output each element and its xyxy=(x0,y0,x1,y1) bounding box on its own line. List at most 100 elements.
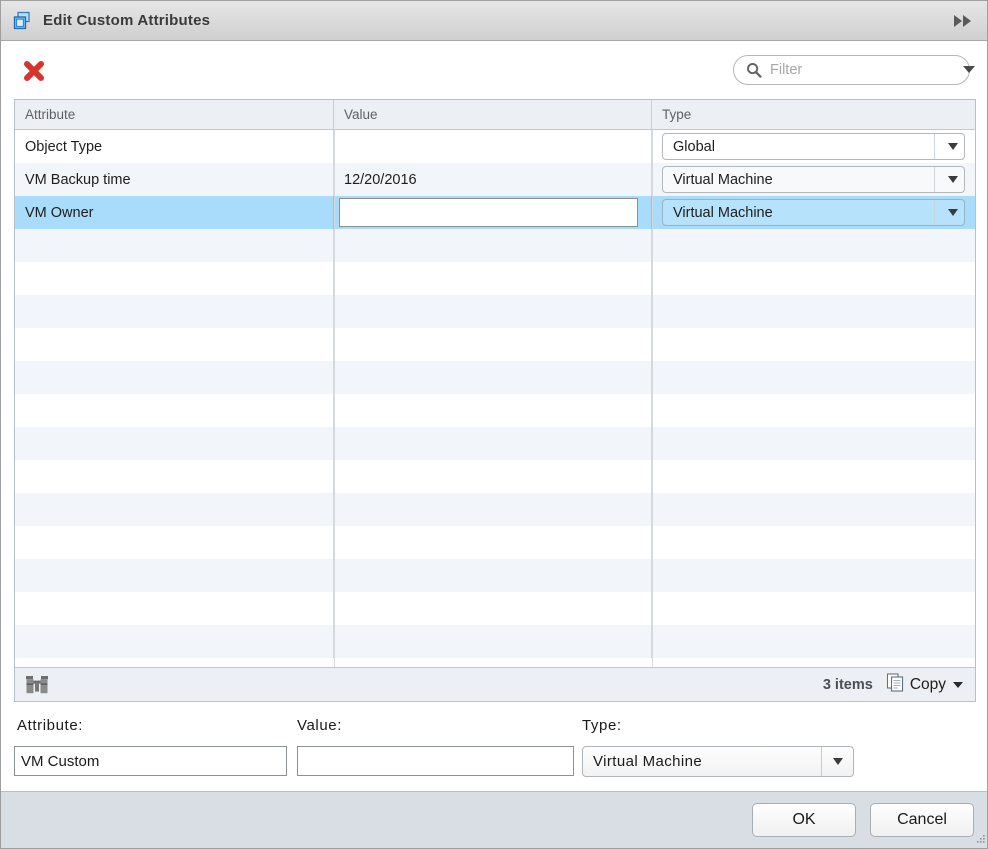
dialog-footer: OK Cancel xyxy=(1,791,987,848)
select-separator xyxy=(934,200,935,225)
binoculars-icon[interactable] xyxy=(24,675,50,695)
table-row-empty[interactable] xyxy=(15,295,975,328)
table-row-empty[interactable] xyxy=(15,394,975,427)
ok-button-label: OK xyxy=(792,811,816,828)
cell-attribute: VM Owner xyxy=(15,196,334,229)
cell-type: Virtual Machine xyxy=(652,163,975,196)
cell-value xyxy=(334,559,652,592)
red-x-delete-icon[interactable] xyxy=(19,55,49,85)
cell-attribute xyxy=(15,592,334,625)
column-header-value[interactable]: Value xyxy=(334,100,652,129)
cell-value: 12/20/2016 xyxy=(334,163,652,196)
table-row-empty[interactable] xyxy=(15,262,975,295)
chevron-down-icon xyxy=(948,143,958,150)
select-separator xyxy=(934,134,935,159)
table-row-empty[interactable] xyxy=(15,460,975,493)
table-row-empty[interactable] xyxy=(15,229,975,262)
cell-type xyxy=(652,493,975,526)
table-row[interactable]: VM Owner Virtual Machine xyxy=(15,196,975,229)
cell-type: Virtual Machine xyxy=(652,196,975,229)
column-header-type[interactable]: Type xyxy=(652,100,975,129)
table-header-row: Attribute Value Type xyxy=(15,100,975,130)
copy-label: Copy xyxy=(909,675,946,693)
cell-attribute xyxy=(15,526,334,559)
cell-value xyxy=(334,493,652,526)
search-icon xyxy=(746,62,762,78)
row-type-select[interactable]: Virtual Machine xyxy=(662,166,965,193)
cell-value xyxy=(334,295,652,328)
row-type-select[interactable]: Global xyxy=(662,133,965,160)
row-type-select-value: Virtual Machine xyxy=(673,204,773,221)
cell-value xyxy=(334,427,652,460)
attributes-toolbar xyxy=(1,41,987,98)
cell-attribute xyxy=(15,559,334,592)
cancel-button-label: Cancel xyxy=(897,811,947,828)
dialog-title: Edit Custom Attributes xyxy=(43,12,211,29)
table-row-empty[interactable] xyxy=(15,625,975,658)
double-chevron-right-icon[interactable] xyxy=(948,11,977,31)
chevron-down-icon[interactable] xyxy=(963,66,975,73)
cell-type xyxy=(652,526,975,559)
row-type-select-value: Virtual Machine xyxy=(673,171,773,188)
table-row[interactable]: Object Type Global xyxy=(15,130,975,163)
table-row-empty[interactable] xyxy=(15,328,975,361)
cell-value xyxy=(334,460,652,493)
attribute-field-label: Attribute: xyxy=(17,717,84,734)
table-row-empty[interactable] xyxy=(15,361,975,394)
row-value-input[interactable] xyxy=(339,198,638,227)
filter-input[interactable] xyxy=(770,61,957,78)
chevron-down-icon xyxy=(948,176,958,183)
attribute-type-select[interactable]: Virtual Machine xyxy=(582,746,854,777)
cell-value xyxy=(334,196,652,229)
cell-attribute xyxy=(15,394,334,427)
cell-value xyxy=(334,229,652,262)
table-row-empty[interactable] xyxy=(15,427,975,460)
dialog-titlebar: Edit Custom Attributes xyxy=(1,1,987,41)
table-row-empty[interactable] xyxy=(15,592,975,625)
chevron-right-glyph-1 xyxy=(954,14,962,27)
cell-type xyxy=(652,559,975,592)
cell-type xyxy=(652,328,975,361)
cell-attribute xyxy=(15,427,334,460)
cell-type xyxy=(652,427,975,460)
table-row[interactable]: VM Backup time 12/20/2016 Virtual Machine xyxy=(15,163,975,196)
cancel-button[interactable]: Cancel xyxy=(870,803,974,837)
attribute-type-select-value: Virtual Machine xyxy=(593,753,703,770)
item-count-label: 3 items xyxy=(822,676,873,693)
cell-value xyxy=(334,328,652,361)
copy-button[interactable]: Copy xyxy=(885,672,963,698)
cell-type xyxy=(652,295,975,328)
chevron-right-glyph-2 xyxy=(963,14,971,27)
select-separator xyxy=(934,167,935,192)
cell-type xyxy=(652,229,975,262)
cell-value xyxy=(334,526,652,559)
column-header-attribute[interactable]: Attribute xyxy=(15,100,334,129)
cell-type xyxy=(652,625,975,658)
ok-button[interactable]: OK xyxy=(752,803,856,837)
cell-attribute xyxy=(15,361,334,394)
cell-type: Global xyxy=(652,130,975,163)
cell-value xyxy=(334,592,652,625)
table-row-empty[interactable] xyxy=(15,526,975,559)
resize-grip-icon[interactable] xyxy=(974,833,986,845)
table-row-empty[interactable] xyxy=(15,559,975,592)
attribute-value-input[interactable] xyxy=(297,746,574,776)
cell-attribute xyxy=(15,460,334,493)
filter-box[interactable] xyxy=(733,54,975,85)
row-type-select[interactable]: Virtual Machine xyxy=(662,199,965,226)
cell-value xyxy=(334,625,652,658)
type-field-label: Type: xyxy=(582,717,622,734)
cell-type xyxy=(652,592,975,625)
edit-custom-attributes-dialog: Edit Custom Attributes Filter Attribute … xyxy=(0,0,988,849)
cell-type xyxy=(652,262,975,295)
attribute-name-input[interactable] xyxy=(14,746,287,776)
cell-attribute xyxy=(15,625,334,658)
chevron-down-icon[interactable] xyxy=(953,681,963,688)
value-field-label: Value: xyxy=(297,717,343,734)
chevron-down-icon xyxy=(822,758,853,765)
table-row-empty[interactable] xyxy=(15,493,975,526)
add-attribute-form: Attribute: Value: Type: Virtual Machine … xyxy=(1,703,987,793)
cell-value xyxy=(334,361,652,394)
cell-attribute xyxy=(15,493,334,526)
cell-value xyxy=(334,262,652,295)
